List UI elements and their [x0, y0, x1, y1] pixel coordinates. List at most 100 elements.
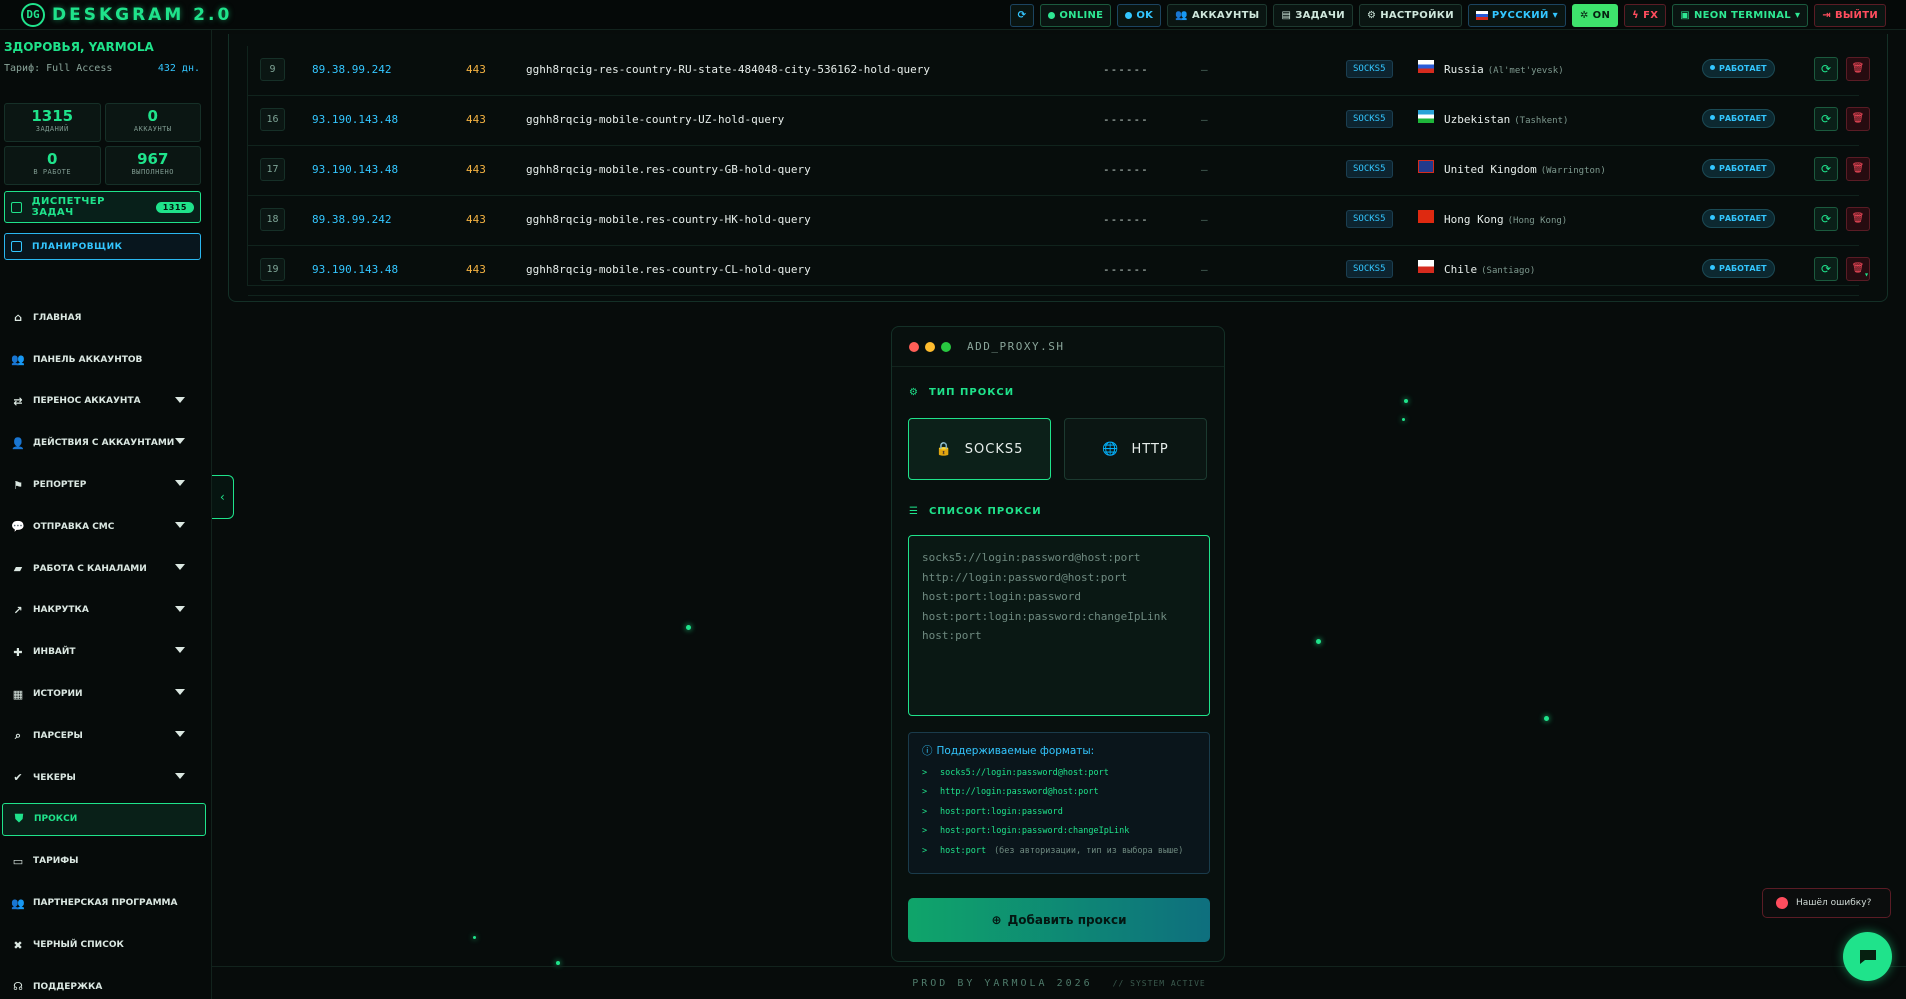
- http-type-button[interactable]: 🌐 HTTP: [1064, 418, 1207, 480]
- delete-proxy-button[interactable]: 🗑: [1846, 207, 1870, 231]
- sidebar-item-accounts-panel[interactable]: 👥 ПАНЕЛЬ АККАУНТОВ: [0, 339, 212, 381]
- row-id: 19: [260, 258, 285, 281]
- delete-proxy-button[interactable]: 🗑: [1846, 107, 1870, 131]
- stat-value: 0: [147, 107, 158, 125]
- home-icon: ⌂: [14, 311, 22, 325]
- sidebar-item-home[interactable]: ⌂ ГЛАВНАЯ: [0, 297, 212, 339]
- sidebar-collapse-button[interactable]: ‹: [212, 475, 234, 519]
- format-item: > host:port (без авторизации, тип из выбор…: [922, 841, 1196, 861]
- tasks-label: ЗАДАЧИ: [1295, 10, 1345, 21]
- close-dot-icon[interactable]: [909, 341, 919, 352]
- table-row: 18 89.38.99.242 443 gghh8rqcig-mobile.re…: [248, 196, 1870, 246]
- plus-circle-icon: ⊕: [991, 913, 1002, 927]
- sidebar-item-label: ПАНЕЛЬ АККАУНТОВ: [33, 354, 143, 365]
- delete-proxy-button[interactable]: 🗑: [1846, 57, 1870, 81]
- proxy-type-text: ТИП ПРОКСИ: [928, 387, 1015, 398]
- socks5-type-button[interactable]: 🔒 SOCKS5: [908, 418, 1051, 480]
- settings-label: НАСТРОЙКИ: [1380, 10, 1454, 21]
- sidebar-item-label: ДЕЙСТВИЯ С АККАУНТАМИ: [33, 438, 175, 449]
- row-id: 18: [260, 208, 285, 231]
- add-proxy-button[interactable]: ⊕ Добавить прокси: [908, 898, 1210, 942]
- row-port: 443: [466, 213, 486, 226]
- tasks-button[interactable]: ▤ ЗАДАЧИ: [1273, 4, 1353, 27]
- row-port: 443: [466, 63, 486, 76]
- format-code: host:port:login:password:changeIpLink: [940, 826, 1130, 837]
- row-type-badge: SOCKS5: [1346, 110, 1393, 128]
- dialog-header: ADD_PROXY.SH: [892, 327, 1224, 367]
- status-badge: РАБОТАЕТ: [1702, 209, 1775, 228]
- task-dispatcher-button[interactable]: ДИСПЕТЧЕР ЗАДАЧ 1315: [4, 191, 201, 223]
- sidebar-item-blacklist[interactable]: ✖ ЧЕРНЫЙ СПИСОК: [0, 924, 212, 966]
- scheduler-label: ПЛАНИРОВЩИК: [32, 241, 123, 252]
- check-proxy-button[interactable]: ⟳: [1814, 157, 1838, 181]
- sidebar-item-parsers[interactable]: ⌕ ПАРСЕРЫ: [0, 715, 212, 757]
- footer-status: // SYSTEM ACTIVE: [1112, 978, 1206, 988]
- row-extra: —: [1201, 63, 1208, 76]
- http-label: HTTP: [1131, 441, 1169, 457]
- delete-proxy-button[interactable]: 🗑: [1846, 157, 1870, 181]
- proxy-list-input[interactable]: [908, 535, 1210, 716]
- row-country: Hong Kong (Hong Kong): [1444, 213, 1567, 226]
- power-toggle[interactable]: ✲ ON: [1571, 4, 1619, 27]
- top-bar: DG DESKGRAM 2.0 ⟳ ONLINE OK 👥 АККАУНТЫ ▤ З…: [0, 0, 1906, 30]
- sidebar-item-account-transfer[interactable]: ⇄ ПЕРЕНОС АККАУНТА: [0, 381, 212, 423]
- row-ip: 89.38.99.242: [312, 63, 392, 76]
- language-select[interactable]: РУССКИЙ ▾: [1467, 4, 1566, 27]
- format-item: > host:port:login:password: [922, 802, 1196, 822]
- chat-button[interactable]: [1843, 932, 1892, 981]
- lightning-icon: ϟ: [1632, 10, 1640, 21]
- headset-icon: ☊: [13, 980, 23, 994]
- row-ip: 93.190.143.48: [312, 113, 399, 126]
- proxy-table: 9 89.38.99.242 443 gghh8rqcig-res-countr…: [247, 46, 1870, 296]
- scroll-down-icon[interactable]: ▾: [1864, 270, 1869, 279]
- settings-button[interactable]: ⚙ НАСТРОЙКИ: [1358, 4, 1462, 27]
- maximize-dot-icon[interactable]: [941, 341, 951, 352]
- refresh-button[interactable]: ⟳: [1009, 4, 1035, 27]
- row-type-badge: SOCKS5: [1346, 160, 1393, 178]
- status-badge: РАБОТАЕТ: [1702, 59, 1775, 78]
- footer: PROD BY YARMOLA 2026 // SYSTEM ACTIVE: [212, 966, 1906, 999]
- sidebar-item-partner-program[interactable]: 👥 ПАРТНЕРСКАЯ ПРОГРАММА: [0, 882, 212, 924]
- sidebar-item-account-actions[interactable]: 👤 ДЕЙСТВИЯ С АККАУНТАМИ: [0, 422, 212, 464]
- sidebar-item-invite[interactable]: ✚ ИНВАЙТ: [0, 631, 212, 673]
- city-name: (Tashkent): [1514, 116, 1569, 126]
- logout-button[interactable]: ⇥ ВЫЙТИ: [1814, 4, 1886, 27]
- plan-label: Тариф: Full Access: [4, 63, 113, 74]
- formats-title: Поддерживаемые форматы:: [936, 744, 1095, 757]
- sidebar-item-proxy[interactable]: ⛊ ПРОКСИ: [2, 802, 206, 836]
- city-name: (Hong Kong): [1507, 216, 1568, 226]
- fx-button[interactable]: ϟ FX: [1624, 4, 1667, 27]
- chart-line-icon: ↗: [13, 603, 23, 617]
- theme-select[interactable]: ▣ NEON TERMINAL ▾: [1672, 4, 1809, 27]
- check-proxy-button[interactable]: ⟳: [1814, 257, 1838, 281]
- format-code: host:port:login:password: [940, 806, 1063, 817]
- particle-dot: [556, 961, 560, 965]
- sidebar-item-checkers[interactable]: ✔ ЧЕКЕРЫ: [0, 757, 212, 799]
- proxy-list-label: ☰ СПИСОК ПРОКСИ: [909, 506, 1042, 517]
- scheduler-button[interactable]: ПЛАНИРОВЩИК: [4, 233, 201, 260]
- user-x-icon: ✖: [13, 938, 23, 952]
- formats-header: ⓘ Поддерживаемые форматы:: [922, 743, 1196, 758]
- check-proxy-button[interactable]: ⟳: [1814, 207, 1838, 231]
- check-proxy-button[interactable]: ⟳: [1814, 57, 1838, 81]
- particle-dot: [1316, 639, 1321, 644]
- chevron-down-icon: [175, 438, 185, 445]
- sidebar-item-sms[interactable]: 💬 ОТПРАВКА СМС: [0, 506, 212, 548]
- accounts-button[interactable]: 👥 АККАУНТЫ: [1167, 4, 1268, 27]
- particle-dot: [1402, 418, 1405, 421]
- country-name: Uzbekistan: [1444, 113, 1511, 126]
- chevron-left-icon: ‹: [218, 490, 227, 504]
- report-bug-button[interactable]: Нашёл ошибку?: [1762, 888, 1891, 918]
- stat-label: АККАУНТЫ: [133, 125, 172, 133]
- sidebar-item-boost[interactable]: ↗ НАКРУТКА: [0, 590, 212, 632]
- check-proxy-button[interactable]: ⟳: [1814, 107, 1838, 131]
- sidebar-item-stories[interactable]: ▦ ИСТОРИИ: [0, 673, 212, 715]
- row-id: 9: [260, 58, 285, 81]
- brand[interactable]: DG DESKGRAM 2.0: [21, 2, 232, 27]
- sidebar-item-reporter[interactable]: ⚑ РЕПОРТЕР: [0, 464, 212, 506]
- sidebar-item-tariffs[interactable]: ▭ ТАРИФЫ: [0, 841, 212, 883]
- sidebar-item-channels[interactable]: ▰ РАБОТА С КАНАЛАМИ: [0, 548, 212, 590]
- sidebar-item-support[interactable]: ☊ ПОДДЕРЖКА: [0, 966, 212, 999]
- prompt-icon: >: [922, 787, 928, 798]
- minimize-dot-icon[interactable]: [925, 341, 935, 352]
